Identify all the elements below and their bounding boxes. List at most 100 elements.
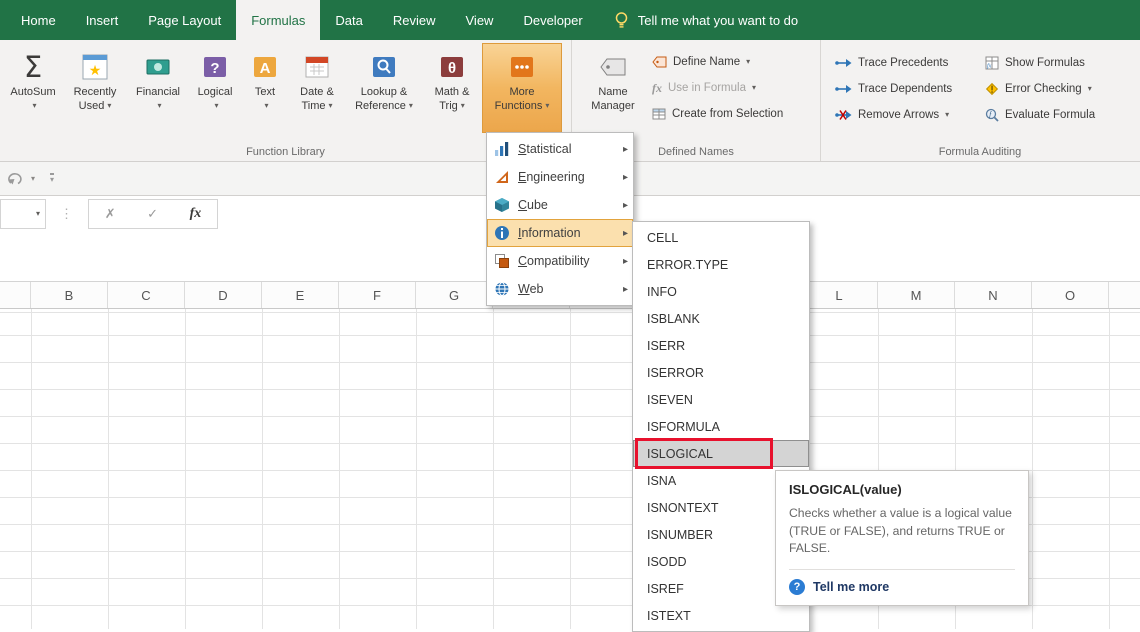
date-time-button[interactable]: Date & Time ▾ [288,43,346,133]
column-header[interactable]: E [262,282,339,308]
submenu-arrow-icon: ▸ [622,171,628,183]
evaluate-formula-button[interactable]: f Evaluate Formula [979,102,1129,128]
column-header[interactable]: D [185,282,262,308]
financial-button[interactable]: Financial ▾ [128,43,188,133]
tab-label: Data [335,12,363,28]
submenu-item-info[interactable]: INFO [633,278,809,305]
submenu-item-iserror[interactable]: ISERROR [633,359,809,386]
svg-text:?: ? [210,60,219,77]
tab-home[interactable]: Home [6,0,71,40]
fx-icon: fx [652,80,662,95]
chevron-down-icon: ▾ [214,100,219,110]
tab-label: Home [21,12,56,28]
submenu-item-cell[interactable]: CELL [633,224,809,251]
cancel-icon[interactable]: ✗ [105,206,116,222]
chevron-down-icon: ▾ [1087,84,1092,93]
tab-view[interactable]: View [451,0,509,40]
tab-data[interactable]: Data [320,0,377,40]
submenu-item-label: CELL [647,230,679,245]
button-label2: Manager [591,99,634,113]
column-header[interactable]: N [955,282,1032,308]
submenu-item-error-type[interactable]: ERROR.TYPE [633,251,809,278]
menu-item-cube[interactable]: Cube ▸ [487,191,633,219]
insert-function-button[interactable]: fx [190,206,202,222]
button-label2: ▾ [29,99,36,112]
tab-label: View [465,12,494,28]
command-label: Error Checking [1005,83,1082,95]
chevron-down-icon: ▾ [945,110,950,119]
submenu-item-label: ISERROR [647,365,704,380]
tab-review[interactable]: Review [378,0,451,40]
tell-me-more-link[interactable]: ? Tell me more [789,579,1015,596]
tab-page-layout[interactable]: Page Layout [133,0,236,40]
text-button[interactable]: A Text ▾ [242,43,288,133]
button-label: More [509,86,535,98]
submenu-item-label: ERROR.TYPE [647,257,729,272]
name-manager-button[interactable]: Name Manager [580,43,646,133]
name-box[interactable]: ▾ [0,199,46,229]
command-label: Define Name [673,56,741,68]
drag-handle-icon[interactable]: ⋮ [60,206,73,222]
submenu-item-iserr[interactable]: ISERR [633,332,809,359]
use-in-formula-button[interactable]: fx Use in Formula ▾ [646,75,789,101]
autosum-button[interactable]: Σ AutoSum ▾ [4,43,62,133]
submenu-item-isformula[interactable]: ISFORMULA [633,413,809,440]
column-header-partial[interactable] [0,282,31,308]
define-name-button[interactable]: Define Name ▾ [646,49,789,75]
submenu-item-label: ISLOGICAL [647,446,713,461]
menu-item-information[interactable]: Information ▸ [487,219,633,247]
more-functions-button[interactable]: More Functions ▾ [482,43,562,133]
button-label: Lookup & [360,86,408,98]
remove-arrows-button[interactable]: Remove Arrows ▾ [829,102,979,128]
submenu-item-iseven[interactable]: ISEVEN [633,386,809,413]
tab-formulas[interactable]: Formulas [236,0,321,40]
button-label2: ▾ [261,99,268,112]
enter-icon[interactable]: ✓ [147,206,158,222]
submenu-item-islogical[interactable]: ISLOGICAL [633,438,809,469]
column-header[interactable]: M [878,282,955,308]
column-header[interactable]: F [339,282,416,308]
tooltip-divider [789,569,1015,571]
create-from-selection-button[interactable]: Create from Selection [646,101,789,127]
theta-icon: θ [439,48,465,85]
column-header[interactable]: B [31,282,108,308]
math-trig-button[interactable]: θ Math & Trig ▾ [422,43,482,133]
column-header[interactable]: G [416,282,493,308]
tab-developer[interactable]: Developer [508,0,597,40]
button-label-line2: Trig [439,100,458,112]
customize-toolbar-icon[interactable]: ▾ [50,173,55,184]
chevron-down-icon: ▾ [157,100,162,110]
overlapping-squares-icon [495,254,509,268]
menu-item-web[interactable]: Web ▸ [487,275,633,303]
trace-precedents-button[interactable]: Trace Precedents [829,50,979,76]
chevron-down-icon: ▾ [751,83,756,92]
chevron-down-icon: ▾ [545,101,550,110]
column-header[interactable]: O [1032,282,1109,308]
chevron-down-icon[interactable]: ▾ [31,174,35,184]
error-checking-button[interactable]: Error Checking ▾ [979,76,1129,102]
button-label: Recently [73,86,117,98]
tell-me-box[interactable]: Tell me what you want to do [614,0,798,40]
menu-item-engineering[interactable]: Engineering ▸ [487,163,633,191]
chevron-down-icon: ▾ [107,101,112,110]
chevron-down-icon: ▾ [264,100,269,110]
lookup-reference-button[interactable]: Lookup & Reference ▾ [346,43,422,133]
formula-auditing-col1: Trace Precedents Trace Dependents Remove… [829,50,979,128]
show-formulas-button[interactable]: fx Show Formulas [979,50,1129,76]
logical-button[interactable]: ? Logical ▾ [188,43,242,133]
submenu-item-isblank[interactable]: ISBLANK [633,305,809,332]
column-header[interactable]: L [801,282,878,308]
svg-text:A: A [260,60,271,77]
menu-item-label: Compatibility [518,254,590,268]
chevron-down-icon: ▾ [460,101,465,110]
submenu-arrow-icon: ▸ [622,255,628,267]
tab-insert[interactable]: Insert [71,0,134,40]
redo-icon[interactable] [8,172,24,185]
menu-item-statistical[interactable]: Statistical ▸ [487,135,633,163]
column-header-partial[interactable] [1109,282,1140,308]
column-header[interactable]: C [108,282,185,308]
command-label: Use in Formula [668,82,746,94]
recently-used-button[interactable]: ★ Recently Used ▾ [62,43,128,133]
trace-dependents-button[interactable]: Trace Dependents [829,76,979,102]
menu-item-compatibility[interactable]: Compatibility ▸ [487,247,633,275]
